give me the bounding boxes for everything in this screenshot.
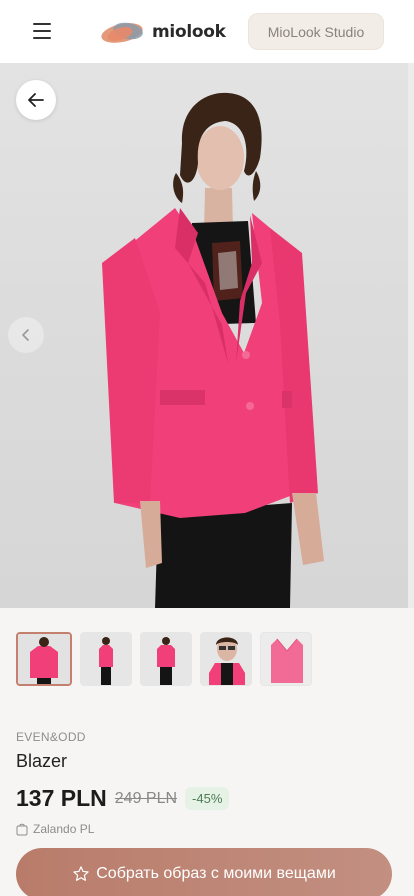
discount-badge: -45% bbox=[185, 787, 230, 810]
scrollbar[interactable] bbox=[408, 63, 414, 608]
model-illustration bbox=[102, 92, 324, 608]
top-header: miolook MioLook Studio bbox=[0, 0, 414, 63]
thumbnail-3[interactable] bbox=[140, 632, 192, 686]
thumbnail-5[interactable] bbox=[260, 632, 312, 686]
product-name: Blazer bbox=[16, 751, 68, 771]
back-button[interactable] bbox=[16, 80, 56, 120]
logo[interactable]: miolook bbox=[100, 17, 226, 47]
chevron-left-icon bbox=[22, 329, 29, 341]
store-name: Zalando PL bbox=[33, 822, 95, 836]
product-brand[interactable]: EVEN&ODD bbox=[16, 730, 86, 744]
old-price: 249 PLN bbox=[114, 789, 178, 807]
logo-text: miolook bbox=[152, 22, 226, 42]
studio-button[interactable]: MioLook Studio bbox=[248, 13, 384, 50]
arrow-left-icon bbox=[28, 93, 44, 107]
thumbnail-2[interactable] bbox=[80, 632, 132, 686]
product-image bbox=[0, 63, 408, 608]
price-row: 137 PLN 249 PLN -45% bbox=[16, 785, 230, 812]
store-info[interactable]: Zalando PL bbox=[16, 822, 94, 836]
hamburger-icon[interactable] bbox=[33, 23, 51, 39]
thumbnail-strip bbox=[16, 632, 312, 687]
current-price: 137 PLN bbox=[16, 785, 107, 811]
thumbnail-4[interactable] bbox=[200, 632, 252, 686]
previous-image-button[interactable] bbox=[8, 317, 44, 353]
build-outfit-label: Собрать образ с моими вещами bbox=[96, 865, 336, 882]
build-outfit-button[interactable]: Собрать образ с моими вещами bbox=[16, 848, 392, 896]
logo-icon bbox=[101, 22, 143, 43]
shopping-bag-icon bbox=[16, 823, 28, 835]
thumbnail-1[interactable] bbox=[16, 632, 72, 686]
star-icon bbox=[73, 866, 89, 881]
